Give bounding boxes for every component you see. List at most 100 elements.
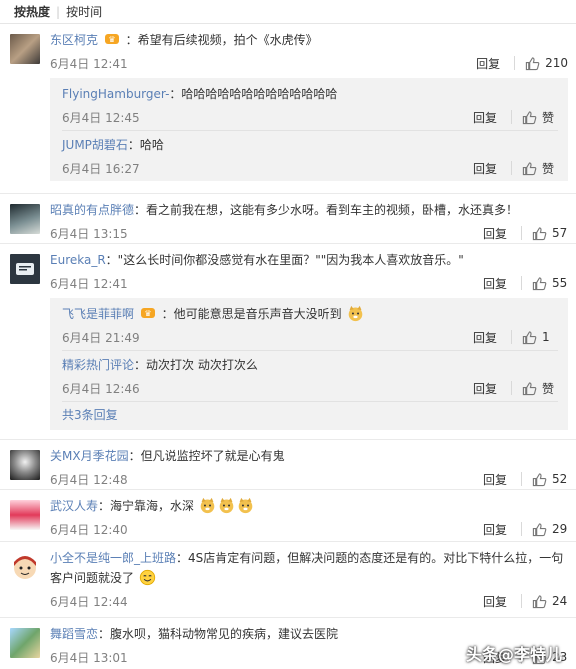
comment-item: 关MX月季花园：但凡说监控坏了就是心有鬼 6月4日 12:48 回复 52 [0, 440, 576, 490]
like-button[interactable]: 29 [532, 522, 568, 537]
thumbs-up-icon [522, 110, 537, 124]
avatar[interactable] [10, 628, 40, 658]
reply-button[interactable]: 回复 [473, 329, 503, 346]
like-button[interactable]: 55 [532, 276, 568, 291]
vip-badge-icon: ♛ [104, 34, 119, 44]
like-label: 赞 [542, 161, 555, 176]
reply-actions: 回复 1 [473, 329, 558, 346]
reply-list: FlyingHamburger-：哈哈哈哈哈哈哈哈哈哈哈哈哈 6月4日 12:4… [50, 78, 568, 181]
reply-username[interactable]: FlyingHamburger- [62, 87, 169, 101]
like-label: 赞 [542, 110, 555, 125]
thumbs-up-icon [532, 472, 547, 486]
reply-button[interactable]: 回复 [476, 55, 506, 72]
comment-body: 关MX月季花园：但凡说监控坏了就是心有鬼 [50, 446, 568, 466]
thumbs-up-icon [532, 226, 547, 240]
reply-body: 飞飞是菲菲啊 ♛ ：他可能意思是音乐声音大没听到 [62, 304, 558, 324]
reply-meta: 6月4日 21:49 回复 1 [62, 326, 558, 348]
like-button[interactable]: 1 [522, 330, 558, 345]
reply-button[interactable]: 回复 [473, 160, 503, 177]
comment-body: 东区柯克 ♛ ：希望有后续视频，拍个《水虎传》 [50, 30, 568, 50]
sort-tabs: 按热度 | 按时间 [0, 0, 576, 24]
reply-button[interactable]: 回复 [473, 109, 503, 126]
comment-timestamp: 6月4日 13:15 [50, 226, 128, 241]
comment-username[interactable]: 关MX月季花园 [50, 449, 129, 463]
like-count: 24 [552, 594, 568, 608]
comment-text: ：海宁靠海，水深 [98, 499, 195, 513]
comment-body: 小全不是纯一郎_上班路：4S店肯定有问题，但解决问题的态度还是有的。对比下特什么… [50, 548, 568, 568]
comment-meta: 6月4日 12:40 回复 29 [50, 518, 568, 540]
reply-username[interactable]: JUMP胡碧石 [62, 138, 128, 152]
comment-meta: 6月4日 12:48 回复 52 [50, 468, 568, 490]
thumbs-up-icon [522, 381, 537, 395]
comment-body-continued: 客户问题就没了 [50, 568, 568, 588]
avatar[interactable] [10, 204, 40, 234]
like-button[interactable]: 赞 [522, 380, 558, 397]
sort-by-hot-tab[interactable]: 按热度 [8, 3, 56, 20]
reply-button[interactable]: 回复 [483, 521, 513, 538]
reply-button[interactable]: 回复 [483, 471, 513, 488]
reply-item: 飞飞是菲菲啊 ♛ ：他可能意思是音乐声音大没听到 6月4日 21:49 回复 1 [62, 300, 558, 351]
avatar[interactable] [10, 254, 40, 284]
comment-meta: 6月4日 12:41 回复 210 [50, 52, 568, 74]
like-button[interactable]: 52 [532, 472, 568, 487]
comment-timestamp: 6月4日 12:44 [50, 594, 128, 609]
reply-meta: 6月4日 12:46 回复 赞 [62, 377, 558, 399]
avatar[interactable] [10, 34, 40, 64]
action-divider [511, 110, 512, 124]
comment-username[interactable]: Eureka_R [50, 253, 106, 267]
action-divider [521, 594, 522, 608]
comment-item: 小全不是纯一郎_上班路：4S店肯定有问题，但解决问题的态度还是有的。对比下特什么… [0, 542, 576, 618]
like-button[interactable]: 赞 [522, 109, 558, 126]
comment-username[interactable]: 小全不是纯一郎_上班路 [50, 551, 176, 565]
like-count: 210 [545, 56, 568, 70]
vip-badge-icon: ♛ [140, 308, 155, 318]
comment-meta: 6月4日 13:15 回复 57 [50, 222, 568, 244]
reply-button[interactable]: 回复 [483, 275, 513, 292]
avatar[interactable] [10, 552, 40, 582]
comment-item: Eureka_R："这么长时间你都没感觉有水在里面？""因为我本人喜欢放音乐。"… [0, 244, 576, 440]
reply-button[interactable]: 回复 [483, 593, 513, 610]
comment-text: ：腹水呗，猫科动物常见的疾病，建议去医院 [98, 627, 339, 641]
action-divider [521, 276, 522, 290]
thumbs-up-icon [525, 56, 540, 70]
reply-actions: 回复 赞 [473, 380, 558, 397]
comment-actions: 回复 57 [483, 225, 568, 242]
reply-text: ：动次打次 动次打次么 [134, 358, 258, 372]
reply-username[interactable]: 精彩热门评论 [62, 358, 134, 372]
cartoon-avatar-icon [14, 556, 36, 579]
action-divider [511, 330, 512, 344]
comment-username[interactable]: 东区柯克 [50, 33, 98, 47]
avatar[interactable] [10, 450, 40, 480]
sort-by-time-tab[interactable]: 按时间 [60, 3, 108, 20]
reply-meta: 6月4日 12:45 回复 赞 [62, 106, 558, 128]
comment-meta: 6月4日 12:41 回复 55 [50, 272, 568, 294]
like-button[interactable]: 57 [532, 226, 568, 241]
reply-username[interactable]: 飞飞是菲菲啊 [62, 307, 134, 321]
comment-body: Eureka_R："这么长时间你都没感觉有水在里面？""因为我本人喜欢放音乐。" [50, 250, 568, 270]
avatar[interactable] [10, 500, 40, 530]
like-button[interactable]: 赞 [522, 160, 558, 177]
comment-username[interactable]: 舞蹈雪恋 [50, 627, 98, 641]
smile-emoji-icon [139, 569, 155, 586]
reply-actions: 回复 赞 [473, 160, 558, 177]
svg-text:♛: ♛ [144, 309, 151, 318]
reply-button[interactable]: 回复 [483, 225, 513, 242]
comment-username[interactable]: 昭真的有点胖德 [50, 203, 134, 217]
reply-timestamp: 6月4日 12:46 [62, 381, 140, 396]
comment-username[interactable]: 武汉人寿 [50, 499, 98, 513]
reply-button[interactable]: 回复 [473, 380, 503, 397]
comment-actions: 回复 55 [483, 275, 568, 292]
thumbs-up-icon [522, 161, 537, 175]
svg-text:♛: ♛ [108, 35, 115, 44]
reply-timestamp: 6月4日 21:49 [62, 330, 140, 345]
like-button[interactable]: 210 [525, 56, 568, 71]
thumbs-up-icon [532, 594, 547, 608]
reply-meta: 6月4日 16:27 回复 赞 [62, 157, 558, 179]
like-button[interactable]: 24 [532, 594, 568, 609]
like-count: 29 [552, 522, 568, 536]
reply-text: ：哈哈 [127, 138, 164, 152]
action-divider [521, 226, 522, 240]
reply-item: FlyingHamburger-：哈哈哈哈哈哈哈哈哈哈哈哈哈 6月4日 12:4… [62, 80, 558, 131]
reply-timestamp: 6月4日 12:45 [62, 110, 140, 125]
view-all-replies-link[interactable]: 共3条回复 [62, 402, 558, 430]
